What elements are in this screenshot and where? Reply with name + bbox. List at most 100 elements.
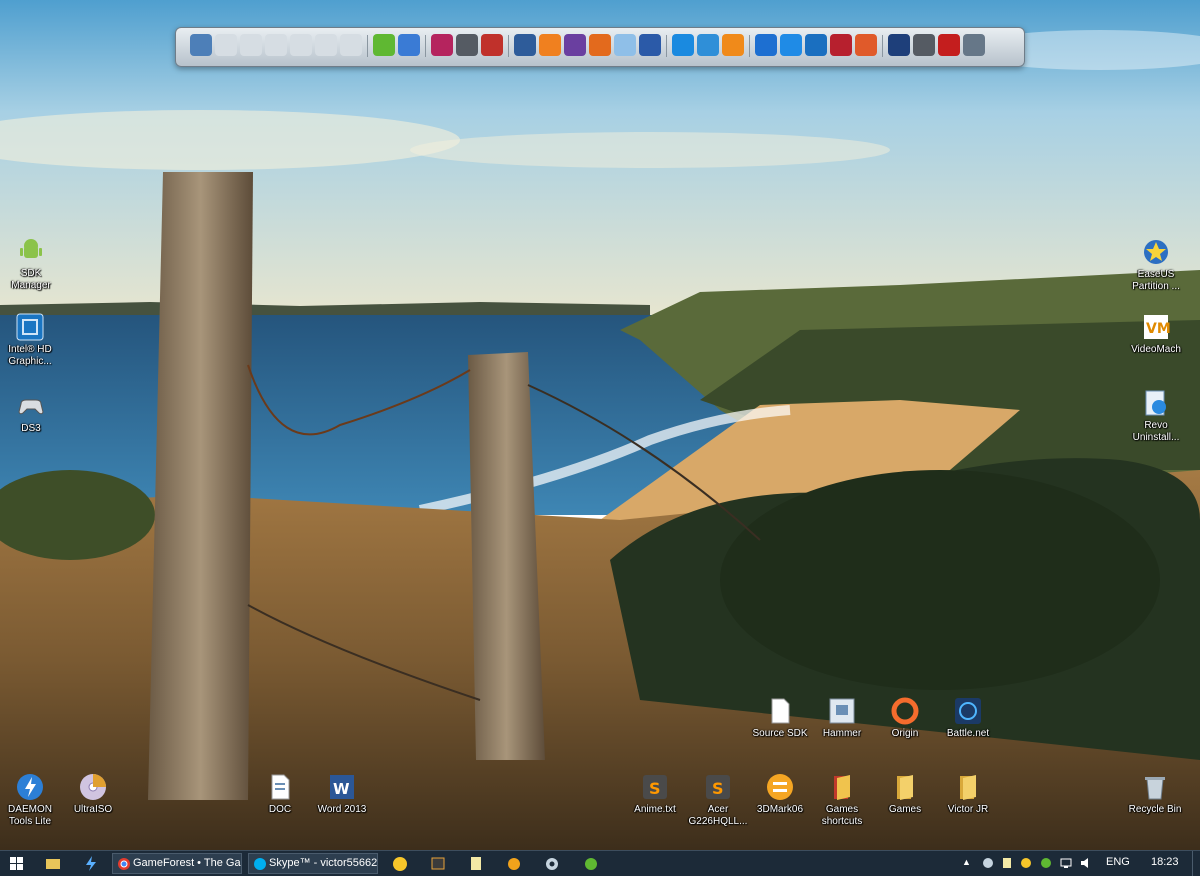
aida64-icon[interactable]: [830, 34, 852, 56]
show-desktop-button[interactable]: [1192, 851, 1200, 876]
dropbox-icon[interactable]: [780, 34, 802, 56]
hammer-icon: [828, 697, 856, 725]
drive-icon[interactable]: [215, 34, 237, 56]
doc-file-icon: [266, 773, 294, 801]
icon-label: Battle.net: [946, 728, 990, 739]
start-button[interactable]: [8, 854, 26, 873]
drive-icon[interactable]: [265, 34, 287, 56]
winamp-icon[interactable]: [431, 34, 453, 56]
desktop-icon-revo-uninstaller[interactable]: Revo Uninstall...: [1126, 389, 1186, 444]
origin-icon: [891, 697, 919, 725]
taskbar-app[interactable]: [82, 854, 100, 873]
desktop-icon-daemon-tools-lite[interactable]: DAEMON Tools Lite: [0, 773, 60, 828]
notepad-icon: [471, 857, 481, 870]
desktop-icon-intel-hd-graphics[interactable]: Intel® HD Graphic...: [0, 313, 60, 368]
computer-icon[interactable]: [190, 34, 212, 56]
language-indicator[interactable]: ENG: [1106, 856, 1130, 868]
desktop-icon-doc[interactable]: DOC: [250, 773, 310, 816]
battlenet-icon: [954, 697, 982, 725]
phone-icon[interactable]: [805, 34, 827, 56]
taskbar-chrome[interactable]: GameForest • The Ga...: [112, 853, 242, 874]
sublime-icon: S: [641, 773, 669, 801]
icon-label: DOC: [268, 804, 292, 815]
taskbar-skype[interactable]: Skype™ - victor55662: [248, 853, 378, 874]
icon-label: Games shortcuts: [821, 804, 863, 827]
taskbar-skype-title: Skype™ - victor55662: [269, 857, 378, 869]
virtualbox-icon[interactable]: [514, 34, 536, 56]
desktop-icon-ultraiso[interactable]: UltraISO: [63, 773, 123, 816]
volume-icon[interactable]: [1080, 857, 1092, 869]
anydvd-icon[interactable]: [481, 34, 503, 56]
thunderbird-icon[interactable]: [398, 34, 420, 56]
quick-launch-dock: [175, 27, 1025, 67]
photoshop-icon[interactable]: [888, 34, 910, 56]
icon-label: Recycle Bin: [1128, 804, 1182, 815]
drive-icon[interactable]: [315, 34, 337, 56]
desktop-icon-anime-txt[interactable]: S Anime.txt: [625, 773, 685, 816]
drive-icon[interactable]: [340, 34, 362, 56]
desktop-icon-source-sdk[interactable]: Source SDK: [750, 697, 810, 740]
taskbar-steam[interactable]: [543, 854, 561, 873]
lightning-icon: [86, 856, 96, 871]
icon-label: Intel® HD Graphic...: [8, 344, 52, 367]
sandbox-icon[interactable]: [614, 34, 636, 56]
clock[interactable]: 18:23: [1151, 856, 1179, 868]
desktop-icon-ds3[interactable]: DS3: [1, 392, 61, 435]
taskbar-explorer[interactable]: [44, 854, 62, 873]
desktop-icon-easeus-partition[interactable]: EaseUS Partition ...: [1126, 238, 1186, 293]
dock-separator: [367, 35, 368, 57]
ccleaner-icon[interactable]: [855, 34, 877, 56]
save-icon[interactable]: [639, 34, 661, 56]
3dmark-icon: [766, 773, 794, 801]
daemon-tools-icon: [16, 773, 44, 801]
utorrent-icon[interactable]: [373, 34, 395, 56]
taskbar-app2[interactable]: [429, 854, 447, 873]
taskbar-notepad[interactable]: [467, 854, 485, 873]
monitor-icon[interactable]: [963, 34, 985, 56]
desktop-icon-games-shortcuts[interactable]: Games shortcuts: [812, 773, 872, 828]
utorrent-tray-icon[interactable]: [1040, 857, 1052, 869]
smiley-tray-icon[interactable]: [1020, 857, 1032, 869]
icon-label: Anime.txt: [634, 804, 676, 815]
icon-label: EaseUS Partition ...: [1132, 269, 1180, 292]
svg-text:S: S: [649, 779, 661, 798]
desktop-icon-origin[interactable]: Origin: [875, 697, 935, 740]
notepad-tray-icon[interactable]: [1001, 857, 1013, 869]
desktop-icon-sdk-manager[interactable]: SDK Manager: [1, 237, 61, 292]
desktop-icon-recycle-bin[interactable]: Recycle Bin: [1125, 773, 1185, 816]
desktop-icon-games[interactable]: Games: [875, 773, 935, 816]
office-icon[interactable]: [589, 34, 611, 56]
drive-icon[interactable]: [290, 34, 312, 56]
vlc-icon[interactable]: [722, 34, 744, 56]
visual-studio-icon[interactable]: [564, 34, 586, 56]
clipboard-icon[interactable]: [697, 34, 719, 56]
network-icon[interactable]: [1060, 857, 1072, 869]
gamepad-icon: [17, 392, 45, 420]
steam-tray-icon[interactable]: [982, 857, 994, 869]
tray-show-hidden-icon[interactable]: ▲: [962, 857, 971, 867]
steam-icon: [546, 858, 558, 870]
acrobat-icon[interactable]: [938, 34, 960, 56]
steam-icon[interactable]: [456, 34, 478, 56]
desktop-icon-acer-g226hqll[interactable]: S Acer G226HQLL...: [688, 773, 748, 828]
icon-label: VideoMach: [1131, 344, 1181, 355]
desktop-icon-victor-jr[interactable]: Victor JR: [938, 773, 998, 816]
xampp-icon[interactable]: [539, 34, 561, 56]
desktop-icon-hammer[interactable]: Hammer: [812, 697, 872, 740]
teamviewer-icon[interactable]: [755, 34, 777, 56]
desktop-icon-videomach[interactable]: VM VideoMach: [1126, 313, 1186, 356]
desktop-icon-battlenet[interactable]: Battle.net: [938, 697, 998, 740]
desktop-icon-3dmark06[interactable]: 3DMark06: [750, 773, 810, 816]
zoom-icon[interactable]: [672, 34, 694, 56]
taskbar-utorrent[interactable]: [582, 854, 600, 873]
drive-icon[interactable]: [240, 34, 262, 56]
icon-label: Hammer: [822, 728, 862, 739]
desktop-icon-word-2013[interactable]: W Word 2013: [312, 773, 372, 816]
camera-icon[interactable]: [913, 34, 935, 56]
dock-separator: [425, 35, 426, 57]
taskbar-messenger[interactable]: [391, 854, 409, 873]
folder-icon: [954, 773, 982, 801]
taskbar-chrome-title: GameForest • The Ga...: [133, 857, 242, 869]
svg-text:S: S: [712, 779, 724, 798]
taskbar-app3[interactable]: [505, 854, 523, 873]
